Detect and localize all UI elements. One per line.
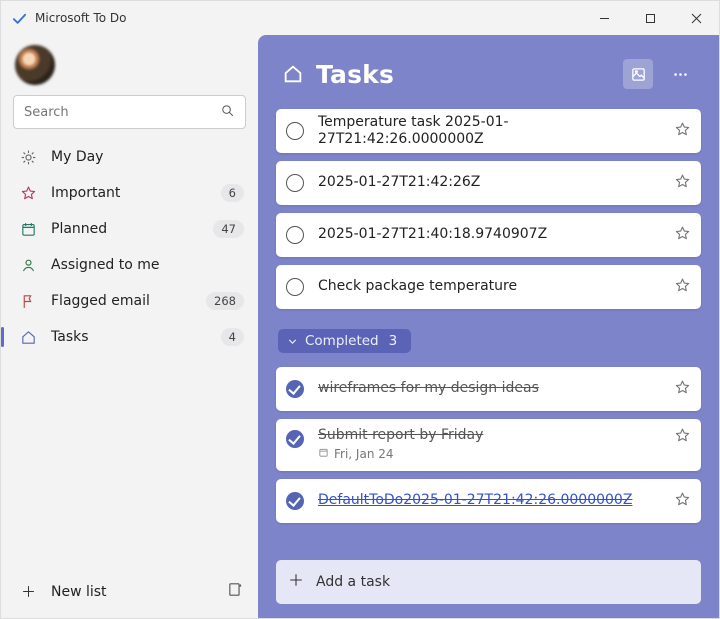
calendar-icon: [318, 447, 329, 461]
complete-toggle[interactable]: [286, 430, 304, 448]
flag-icon: [19, 293, 37, 310]
task-row[interactable]: wireframes for my design ideas: [276, 367, 701, 411]
star-icon[interactable]: [674, 277, 691, 298]
complete-toggle[interactable]: [286, 380, 304, 398]
task-title: 2025-01-27T21:40:18.9740907Z: [318, 226, 674, 244]
star-icon[interactable]: [674, 121, 691, 142]
star-icon: [19, 185, 37, 202]
new-group-button[interactable]: [227, 581, 244, 602]
star-icon[interactable]: [674, 491, 691, 512]
nav-important[interactable]: Important 6: [1, 175, 258, 211]
task-title: DefaultToDo2025-01-27T21:42:26.0000000Z: [318, 492, 674, 510]
nav-label: Planned: [51, 221, 199, 237]
nav-label: Flagged email: [51, 293, 192, 309]
nav-my-day[interactable]: My Day: [1, 139, 258, 175]
page-title: Tasks: [316, 60, 611, 89]
app-logo: [11, 10, 27, 26]
nav-flagged[interactable]: Flagged email 268: [1, 283, 258, 319]
completed-toggle[interactable]: Completed 3: [278, 329, 411, 353]
sun-icon: [19, 149, 37, 166]
star-icon[interactable]: [674, 173, 691, 194]
nav-badge: 47: [213, 220, 244, 238]
main-panel: Tasks Temperature task 2025-01-27T21:42:…: [258, 35, 719, 618]
nav-label: Important: [51, 185, 207, 201]
task-title: Check package temperature: [318, 278, 674, 296]
task-title: 2025-01-27T21:42:26Z: [318, 174, 674, 192]
search-icon: [220, 103, 235, 122]
home-icon: [19, 329, 37, 346]
close-button[interactable]: [673, 1, 719, 35]
add-task-label: Add a task: [316, 574, 390, 590]
search-input[interactable]: [24, 105, 212, 120]
task-row[interactable]: 2025-01-27T21:40:18.9740907Z: [276, 213, 701, 257]
task-title: Temperature task 2025-01-27T21:42:26.000…: [318, 114, 674, 149]
minimize-button[interactable]: [581, 1, 627, 35]
complete-toggle[interactable]: [286, 122, 304, 140]
task-row[interactable]: Check package temperature: [276, 265, 701, 309]
nav-label: My Day: [51, 149, 244, 165]
completed-list: wireframes for my design ideas Submit re…: [276, 367, 701, 523]
home-icon: [282, 63, 304, 85]
add-task-input[interactable]: Add a task: [276, 560, 701, 604]
complete-toggle[interactable]: [286, 492, 304, 510]
task-title: wireframes for my design ideas: [318, 380, 674, 398]
more-options-button[interactable]: [665, 59, 695, 89]
plus-icon: [19, 584, 37, 599]
user-avatar[interactable]: [15, 45, 55, 85]
complete-toggle[interactable]: [286, 226, 304, 244]
search-box[interactable]: [13, 95, 246, 129]
window-title: Microsoft To Do: [35, 11, 581, 25]
nav-label: Assigned to me: [51, 257, 244, 273]
complete-toggle[interactable]: [286, 278, 304, 296]
nav-tasks[interactable]: Tasks 4: [1, 319, 258, 355]
new-list-button[interactable]: New list: [51, 584, 213, 600]
chevron-down-icon: [286, 335, 299, 348]
nav-badge: 4: [221, 328, 244, 346]
nav-assigned[interactable]: Assigned to me: [1, 247, 258, 283]
nav-list: My Day Important 6 Planned 47 A: [1, 139, 258, 355]
plus-icon: [288, 572, 304, 592]
nav-planned[interactable]: Planned 47: [1, 211, 258, 247]
task-due: Fri, Jan 24: [334, 447, 394, 461]
complete-toggle[interactable]: [286, 174, 304, 192]
sidebar: My Day Important 6 Planned 47 A: [1, 35, 258, 618]
user-icon: [19, 257, 37, 274]
task-list: Temperature task 2025-01-27T21:42:26.000…: [276, 109, 701, 309]
maximize-button[interactable]: [627, 1, 673, 35]
title-bar: Microsoft To Do: [1, 1, 719, 35]
task-row[interactable]: 2025-01-27T21:42:26Z: [276, 161, 701, 205]
star-icon[interactable]: [674, 379, 691, 400]
star-icon[interactable]: [674, 225, 691, 246]
star-icon[interactable]: [674, 427, 691, 448]
nav-badge: 268: [206, 292, 244, 310]
task-title: Submit report by Friday: [318, 427, 674, 445]
completed-label: Completed: [305, 333, 379, 349]
calendar-icon: [19, 221, 37, 238]
nav-badge: 6: [221, 184, 244, 202]
task-row[interactable]: Temperature task 2025-01-27T21:42:26.000…: [276, 109, 701, 153]
task-row[interactable]: Submit report by Friday Fri, Jan 24: [276, 419, 701, 471]
nav-label: Tasks: [51, 329, 207, 345]
theme-button[interactable]: [623, 59, 653, 89]
completed-count: 3: [389, 333, 398, 349]
task-row[interactable]: DefaultToDo2025-01-27T21:42:26.0000000Z: [276, 479, 701, 523]
